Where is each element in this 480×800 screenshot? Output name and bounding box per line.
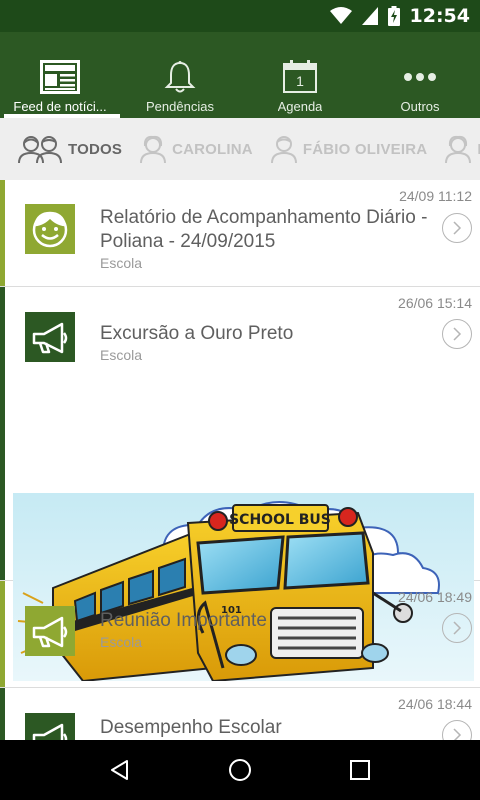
tab-agenda-label: Agenda bbox=[277, 99, 323, 114]
status-clock: 12:54 bbox=[409, 5, 470, 27]
cell-signal-icon bbox=[361, 7, 378, 25]
person-female-icon bbox=[140, 134, 167, 164]
newspaper-icon bbox=[40, 58, 80, 96]
filter-fabio-oliveira[interactable]: FÁBIO OLIVEIRA bbox=[270, 134, 428, 164]
battery-icon bbox=[387, 6, 400, 26]
recents-icon[interactable] bbox=[340, 750, 380, 790]
bell-icon bbox=[164, 58, 196, 96]
feed-item-title: Desempenho Escolar bbox=[100, 717, 282, 738]
tab-outros[interactable]: Outros bbox=[360, 32, 480, 118]
smiley-face-icon bbox=[25, 204, 75, 254]
feed-item-accent bbox=[0, 180, 5, 286]
chevron-right-icon[interactable] bbox=[442, 613, 472, 643]
megaphone-icon bbox=[25, 312, 75, 362]
tab-pendencias-label: Pendências bbox=[146, 99, 214, 114]
feed-item-subtitle: Escola bbox=[100, 634, 143, 650]
feed-item-title: Excursão a Ouro Preto bbox=[100, 323, 294, 344]
system-nav-bar bbox=[0, 740, 480, 800]
home-icon[interactable] bbox=[220, 750, 260, 790]
more-dots-icon bbox=[403, 58, 437, 96]
filter-fabio-label: FÁBIO OLIVEIRA bbox=[302, 140, 428, 158]
calendar-day: 1 bbox=[296, 73, 304, 89]
feed-item-subtitle: Escola bbox=[100, 255, 143, 271]
person-male-icon bbox=[270, 134, 297, 164]
calendar-icon: 1 bbox=[282, 58, 318, 96]
feed-item[interactable]: 26/06 15:14 Excursão a Ouro Preto Escola bbox=[0, 287, 480, 681]
feed-item-accent bbox=[0, 287, 5, 580]
bus-sign-text: SCHOOL BUS bbox=[229, 512, 331, 528]
person-female-icon bbox=[445, 134, 472, 164]
student-filter-bar: TODOS CAROLINA FÁBIO OLIVEIRA PC bbox=[0, 118, 480, 180]
feed-item-time: 26/06 15:14 bbox=[398, 295, 472, 311]
megaphone-icon bbox=[25, 606, 75, 656]
filter-todos-label: TODOS bbox=[68, 140, 123, 158]
top-nav-bar: Feed de notíci... Pendências 1 Agenda Ou… bbox=[0, 32, 480, 118]
feed-item[interactable]: 24/06 18:49 Reunião Importante Escola bbox=[0, 581, 480, 688]
chevron-right-icon[interactable] bbox=[442, 720, 472, 740]
feed-item-accent bbox=[0, 581, 5, 687]
filter-carolina-label: CAROLINA bbox=[172, 140, 253, 158]
feed-item[interactable]: 24/06 18:44 Desempenho Escolar bbox=[0, 688, 480, 740]
filter-po[interactable]: PC bbox=[445, 134, 480, 164]
back-icon[interactable] bbox=[100, 750, 140, 790]
filter-carolina[interactable]: CAROLINA bbox=[140, 134, 253, 164]
chevron-right-icon[interactable] bbox=[442, 213, 472, 243]
tab-pendencias[interactable]: Pendências bbox=[120, 32, 240, 118]
tab-outros-label: Outros bbox=[400, 99, 440, 114]
tab-agenda[interactable]: 1 Agenda bbox=[240, 32, 360, 118]
wifi-icon bbox=[329, 7, 352, 24]
feed-item-title: Reunião Importante bbox=[100, 610, 267, 631]
feed-item-time: 24/06 18:49 bbox=[398, 589, 472, 605]
tab-feed[interactable]: Feed de notíci... bbox=[0, 32, 120, 118]
feed-item-accent bbox=[0, 688, 5, 740]
feed-item-subtitle: Escola bbox=[100, 347, 143, 363]
feed-item-time: 24/06 18:44 bbox=[398, 696, 472, 712]
feed-item-title: Relatório de Acompanhamento Diário - Pol… bbox=[100, 207, 428, 252]
news-feed: 24/09 11:12 Relatório de Acompanhamento … bbox=[0, 180, 480, 740]
status-bar: 12:54 bbox=[0, 0, 480, 32]
filter-todos[interactable]: TODOS bbox=[18, 134, 122, 164]
feed-item[interactable]: 24/09 11:12 Relatório de Acompanhamento … bbox=[0, 180, 480, 287]
chevron-right-icon[interactable] bbox=[442, 319, 472, 349]
feed-item-time: 24/09 11:12 bbox=[399, 188, 472, 204]
tab-feed-label: Feed de notíci... bbox=[13, 99, 107, 114]
megaphone-icon bbox=[25, 713, 75, 740]
people-group-icon bbox=[18, 134, 62, 164]
